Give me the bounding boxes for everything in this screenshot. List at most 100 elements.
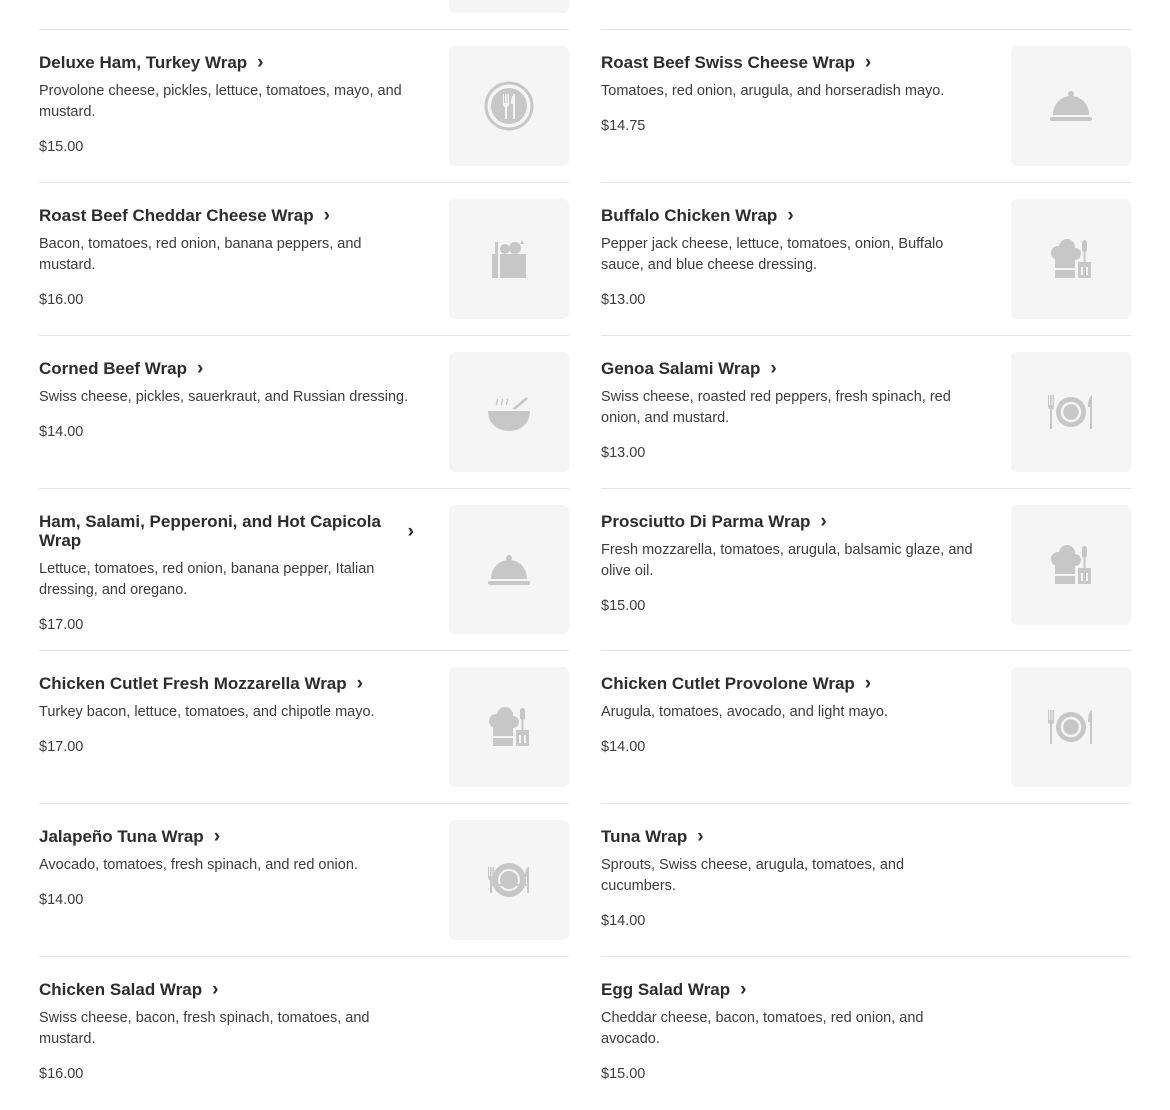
menu-item-card[interactable]: Deluxe Ham, Turkey Wrap › Provolone chee… <box>39 30 569 183</box>
item-description: Arugula, tomatoes, avocado, and light ma… <box>601 704 888 720</box>
item-price: $14.00 <box>39 424 84 440</box>
menu-item-card[interactable]: Buffalo Chicken Wrap › Pepper jack chees… <box>601 183 1131 336</box>
menu-item-card[interactable]: Roast Beef Swiss Cheese Wrap › Tomatoes,… <box>601 30 1131 183</box>
item-name: Chicken Cutlet Provolone Wrap <box>601 674 855 693</box>
item-description: Avocado, tomatoes, fresh spinach, and re… <box>39 857 358 873</box>
item-name-row: Chicken Salad Wrap › <box>39 980 414 999</box>
item-thumbnail[interactable] <box>1011 667 1131 787</box>
menu-item-card[interactable]: Chicken Salad Wrap › Swiss cheese, bacon… <box>39 957 569 1110</box>
item-name: Jalapeño Tuna Wrap <box>39 827 204 846</box>
item-thumbnail[interactable] <box>449 667 569 787</box>
chef-hat-spatula-icon <box>489 707 529 746</box>
menu-column-right: Roast Beef Swiss Cheese Wrap › Tomatoes,… <box>601 30 1131 1110</box>
chevron-right-icon: › <box>213 826 221 847</box>
item-price: $15.00 <box>601 598 646 614</box>
chevron-right-icon: › <box>864 673 872 694</box>
chef-hat-spatula-icon <box>1051 239 1091 278</box>
item-name: Roast Beef Swiss Cheese Wrap <box>601 53 855 72</box>
item-description: Swiss cheese, roasted red peppers, fresh… <box>601 389 951 426</box>
chevron-right-icon: › <box>257 52 264 73</box>
item-price: $17.00 <box>39 617 84 633</box>
item-price: $16.00 <box>39 1066 84 1082</box>
menu-item-card[interactable]: Chicken Cutlet Fresh Mozzarella Wrap › T… <box>39 651 569 804</box>
item-name: Deluxe Ham, Turkey Wrap <box>39 53 248 72</box>
previous-item-bottom-left <box>39 0 569 30</box>
item-name-row: Buffalo Chicken Wrap › <box>601 206 976 225</box>
item-description: Fresh mozzarella, tomatoes, arugula, bal… <box>601 542 973 579</box>
thumbnail-fragment <box>449 0 569 13</box>
item-thumbnail[interactable] <box>449 820 569 940</box>
item-name-row: Corned Beef Wrap › <box>39 359 414 378</box>
item-name-row: Tuna Wrap › <box>601 827 976 846</box>
item-thumbnail[interactable] <box>449 199 569 319</box>
item-name: Chicken Salad Wrap <box>39 980 203 999</box>
item-name-row: Chicken Cutlet Fresh Mozzarella Wrap › <box>39 674 414 693</box>
item-name: Corned Beef Wrap <box>39 359 187 378</box>
item-thumbnail[interactable] <box>1011 352 1131 472</box>
item-thumbnail[interactable] <box>1011 46 1131 166</box>
item-name-row: Roast Beef Cheddar Cheese Wrap › <box>39 206 414 225</box>
menu-item-card[interactable]: Chicken Cutlet Provolone Wrap › Arugula,… <box>601 651 1131 804</box>
chevron-right-icon: › <box>407 520 414 542</box>
chevron-right-icon: › <box>864 52 872 73</box>
chevron-right-icon: › <box>197 358 204 379</box>
chevron-right-icon: › <box>323 205 330 226</box>
item-name: Roast Beef Cheddar Cheese Wrap <box>39 206 314 225</box>
item-name-row: Jalapeño Tuna Wrap › <box>39 827 414 846</box>
item-description: Bacon, tomatoes, red onion, banana peppe… <box>39 236 362 273</box>
item-price: $15.00 <box>39 139 84 155</box>
item-thumbnail[interactable] <box>449 46 569 166</box>
item-price: $17.00 <box>39 739 84 755</box>
item-thumbnail[interactable] <box>449 352 569 472</box>
food-cloche-icon <box>1050 91 1092 121</box>
menu-item-card[interactable]: Genoa Salami Wrap › Swiss cheese, roaste… <box>601 336 1131 489</box>
item-price: $14.00 <box>601 913 646 929</box>
item-name: Genoa Salami Wrap <box>601 359 761 378</box>
menu-item-card[interactable]: Corned Beef Wrap › Swiss cheese, pickles… <box>39 336 569 489</box>
chevron-right-icon: › <box>820 511 827 532</box>
item-price: $16.00 <box>39 292 84 308</box>
item-name: Ham, Salami, Pepperoni, and Hot Capicola… <box>39 512 381 550</box>
menu-column-left: Deluxe Ham, Turkey Wrap › Provolone chee… <box>39 30 569 1110</box>
plate-setting-icon <box>1048 710 1092 744</box>
menu-item-card[interactable]: Jalapeño Tuna Wrap › Avocado, tomatoes, … <box>39 804 569 957</box>
menu-item-card[interactable]: Egg Salad Wrap › Cheddar cheese, bacon, … <box>601 957 1131 1110</box>
item-name-row: Ham, Salami, Pepperoni, and Hot Capicola… <box>39 512 414 550</box>
menu-item-card[interactable]: Roast Beef Cheddar Cheese Wrap › Bacon, … <box>39 183 569 336</box>
item-price: $14.00 <box>601 739 646 755</box>
chevron-right-icon: › <box>740 979 747 1000</box>
item-price: $13.00 <box>601 445 646 461</box>
item-description: Turkey bacon, lettuce, tomatoes, and chi… <box>39 704 375 720</box>
item-description: Tomatoes, red onion, arugula, and horser… <box>601 83 945 99</box>
item-description: Sprouts, Swiss cheese, arugula, tomatoes… <box>601 857 905 894</box>
plate-setting-icon <box>1048 395 1092 429</box>
item-price: $14.00 <box>39 892 84 908</box>
item-description: Swiss cheese, pickles, sauerkraut, and R… <box>39 389 409 405</box>
item-thumbnail[interactable] <box>1011 199 1131 319</box>
menu-item-card[interactable]: Tuna Wrap › Sprouts, Swiss cheese, arugu… <box>601 804 1131 957</box>
menu-item-card[interactable]: Ham, Salami, Pepperoni, and Hot Capicola… <box>39 489 569 651</box>
item-description: Lettuce, tomatoes, red onion, banana pep… <box>39 561 375 598</box>
chevron-right-icon: › <box>212 979 219 1000</box>
grocery-bag-icon <box>492 240 526 278</box>
item-name: Prosciutto Di Parma Wrap <box>601 512 811 531</box>
fork-knife-plate-icon <box>484 81 534 131</box>
item-thumbnail[interactable] <box>1011 505 1131 625</box>
chevron-right-icon: › <box>356 673 363 694</box>
chef-hat-spatula-icon <box>1051 545 1091 584</box>
previous-item-bottom-right <box>601 0 1131 30</box>
menu-item-card[interactable]: Prosciutto Di Parma Wrap › Fresh mozzare… <box>601 489 1131 651</box>
item-name: Tuna Wrap <box>601 827 688 846</box>
item-thumbnail[interactable] <box>449 505 569 634</box>
item-name-row: Chicken Cutlet Provolone Wrap › <box>601 674 976 693</box>
food-cloche-icon <box>488 554 530 585</box>
item-name-row: Prosciutto Di Parma Wrap › <box>601 512 976 531</box>
item-description: Pepper jack cheese, lettuce, tomatoes, o… <box>601 236 944 273</box>
item-name-row: Genoa Salami Wrap › <box>601 359 976 378</box>
chevron-right-icon: › <box>770 358 777 379</box>
item-price: $15.00 <box>601 1066 646 1082</box>
plate-utensils-icon <box>488 863 529 897</box>
item-description: Cheddar cheese, bacon, tomatoes, red oni… <box>601 1010 924 1047</box>
item-name: Chicken Cutlet Fresh Mozzarella Wrap <box>39 674 347 693</box>
item-name-row: Egg Salad Wrap › <box>601 980 976 999</box>
